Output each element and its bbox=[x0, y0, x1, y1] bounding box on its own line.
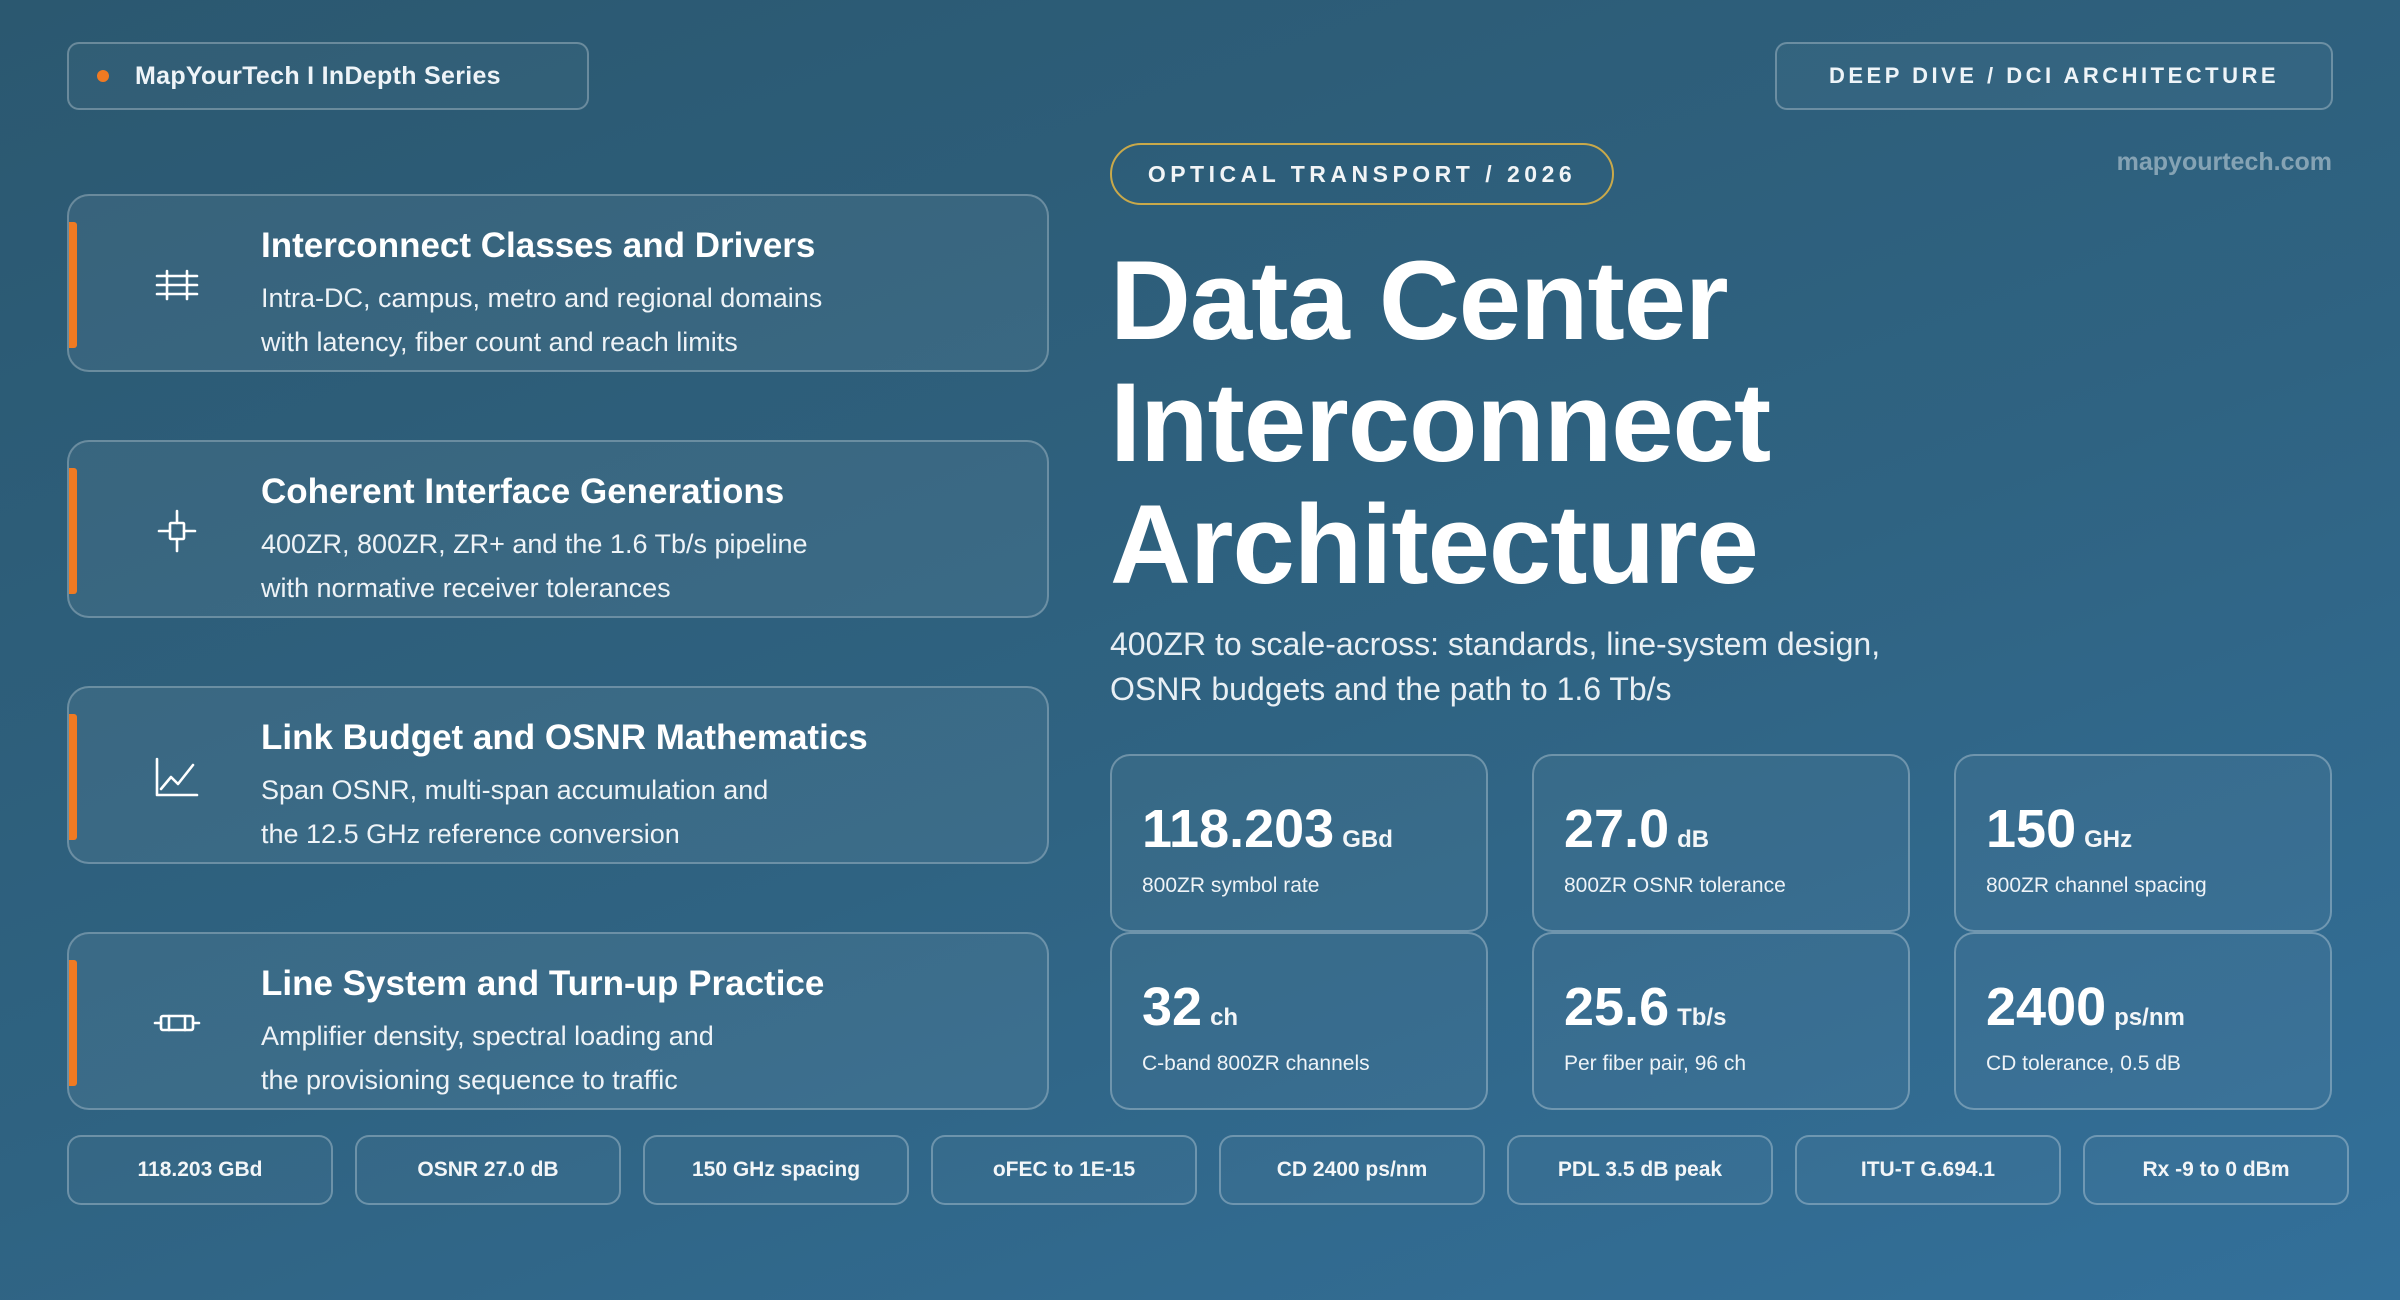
topic-card-link-budget[interactable]: Link Budget and OSNR Mathematics Span OS… bbox=[67, 686, 1049, 864]
stat-label: 800ZR channel spacing bbox=[1986, 874, 2207, 897]
stat-value: 2400 ps/nm bbox=[1986, 977, 2185, 1037]
stat-label: CD tolerance, 0.5 dB bbox=[1986, 1052, 2181, 1075]
crosshair-icon bbox=[157, 509, 197, 553]
card-title: Coherent Interface Generations bbox=[261, 472, 785, 511]
topic-card-line-system[interactable]: Line System and Turn-up Practice Amplifi… bbox=[67, 932, 1049, 1110]
page-title: Data Center Interconnect Architecture bbox=[1110, 240, 2110, 606]
brand-badge[interactable]: MapYourTech I InDepth Series bbox=[67, 42, 589, 110]
title-line-3: Architecture bbox=[1110, 482, 1759, 607]
stat-label: 800ZR OSNR tolerance bbox=[1564, 874, 1786, 897]
card-desc-line-2: with latency, fiber count and reach limi… bbox=[261, 327, 738, 357]
card-accent-bar bbox=[69, 714, 77, 840]
title-line-2: Interconnect bbox=[1110, 360, 1771, 485]
stat-unit: GHz bbox=[2084, 826, 2133, 853]
subtitle-line-2: OSNR budgets and the path to 1.6 Tb/s bbox=[1110, 671, 1672, 707]
card-description: Span OSNR, multi-span accumulation and t… bbox=[261, 768, 1021, 856]
chip-rx-power[interactable]: Rx -9 to 0 dBm bbox=[2083, 1135, 2349, 1205]
chip-cd[interactable]: CD 2400 ps/nm bbox=[1219, 1135, 1485, 1205]
card-desc-line-1: 400ZR, 800ZR, ZR+ and the 1.6 Tb/s pipel… bbox=[261, 529, 808, 559]
card-accent-bar bbox=[69, 960, 77, 1086]
amplifier-icon bbox=[153, 1014, 201, 1032]
eyebrow-badge: OPTICAL TRANSPORT / 2026 bbox=[1110, 143, 1614, 205]
chip-symbol-rate[interactable]: 118.203 GBd bbox=[67, 1135, 333, 1205]
card-description: 400ZR, 800ZR, ZR+ and the 1.6 Tb/s pipel… bbox=[261, 522, 1021, 610]
stat-value: 118.203 GBd bbox=[1142, 799, 1393, 859]
stat-card-symbol-rate: 118.203 GBd 800ZR symbol rate bbox=[1110, 754, 1488, 932]
topic-card-coherent-generations[interactable]: Coherent Interface Generations 400ZR, 80… bbox=[67, 440, 1049, 618]
brand-label: MapYourTech I InDepth Series bbox=[135, 61, 501, 90]
card-accent-bar bbox=[69, 222, 77, 348]
card-accent-bar bbox=[69, 468, 77, 594]
line-chart-icon bbox=[155, 757, 199, 797]
chip-itu-standard[interactable]: ITU-T G.694.1 bbox=[1795, 1135, 2061, 1205]
card-desc-line-2: the provisioning sequence to traffic bbox=[261, 1065, 678, 1095]
stat-card-fiber-capacity: 25.6 Tb/s Per fiber pair, 96 ch bbox=[1532, 932, 1910, 1110]
card-desc-line-2: the 12.5 GHz reference conversion bbox=[261, 819, 680, 849]
stat-unit: ch bbox=[1210, 1004, 1239, 1031]
chip-ofec[interactable]: oFEC to 1E-15 bbox=[931, 1135, 1197, 1205]
brand-dot-icon bbox=[97, 70, 109, 82]
title-line-1: Data Center bbox=[1110, 238, 1729, 363]
stat-value: 150 GHz bbox=[1986, 799, 2133, 859]
card-description: Intra-DC, campus, metro and regional dom… bbox=[261, 276, 1021, 364]
stat-label: 800ZR symbol rate bbox=[1142, 874, 1320, 897]
chip-osnr[interactable]: OSNR 27.0 dB bbox=[355, 1135, 621, 1205]
stat-card-osnr-tolerance: 27.0 dB 800ZR OSNR tolerance bbox=[1532, 754, 1910, 932]
card-description: Amplifier density, spectral loading and … bbox=[261, 1014, 1021, 1102]
topic-card-interconnect-classes[interactable]: Interconnect Classes and Drivers Intra-D… bbox=[67, 194, 1049, 372]
stat-card-channel-spacing: 150 GHz 800ZR channel spacing bbox=[1954, 754, 2332, 932]
section-tag[interactable]: DEEP DIVE / DCI ARCHITECTURE bbox=[1775, 42, 2333, 110]
chip-pdl[interactable]: PDL 3.5 dB peak bbox=[1507, 1135, 1773, 1205]
stat-label: C-band 800ZR channels bbox=[1142, 1052, 1370, 1075]
stat-card-channels: 32 ch C-band 800ZR channels bbox=[1110, 932, 1488, 1110]
chip-spacing[interactable]: 150 GHz spacing bbox=[643, 1135, 909, 1205]
stat-value: 25.6 Tb/s bbox=[1564, 977, 1727, 1037]
card-desc-line-2: with normative receiver tolerances bbox=[261, 573, 671, 603]
stat-card-cd-tolerance: 2400 ps/nm CD tolerance, 0.5 dB bbox=[1954, 932, 2332, 1110]
card-desc-line-1: Span OSNR, multi-span accumulation and bbox=[261, 775, 769, 805]
card-title: Interconnect Classes and Drivers bbox=[261, 226, 816, 265]
stat-unit: Tb/s bbox=[1677, 1004, 1727, 1031]
stat-label: Per fiber pair, 96 ch bbox=[1564, 1052, 1747, 1075]
subtitle-line-1: 400ZR to scale-across: standards, line-s… bbox=[1110, 626, 1881, 662]
card-desc-line-1: Amplifier density, spectral loading and bbox=[261, 1021, 714, 1051]
stat-unit: dB bbox=[1677, 826, 1710, 853]
card-title: Link Budget and OSNR Mathematics bbox=[261, 718, 868, 757]
stat-value: 27.0 dB bbox=[1564, 799, 1710, 859]
stat-unit: ps/nm bbox=[2114, 1004, 2185, 1031]
card-title: Line System and Turn-up Practice bbox=[261, 964, 825, 1003]
page-subtitle: 400ZR to scale-across: standards, line-s… bbox=[1110, 622, 2010, 712]
stat-unit: GBd bbox=[1342, 826, 1393, 853]
card-desc-line-1: Intra-DC, campus, metro and regional dom… bbox=[261, 283, 823, 313]
grid-icon bbox=[155, 269, 199, 301]
site-url[interactable]: mapyourtech.com bbox=[2117, 148, 2332, 177]
stat-value: 32 ch bbox=[1142, 977, 1239, 1037]
